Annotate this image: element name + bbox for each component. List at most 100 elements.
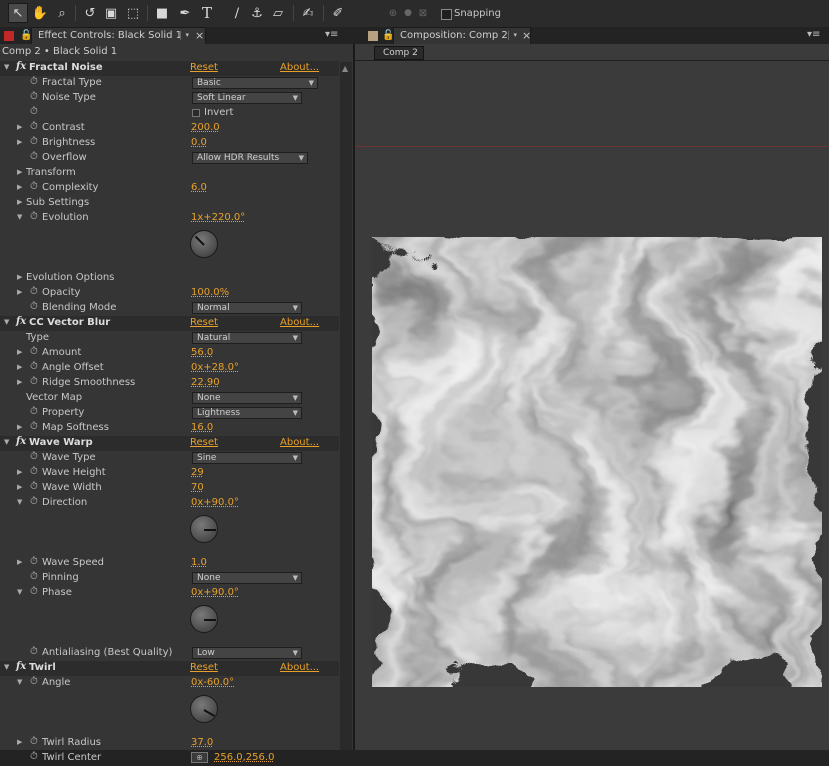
tab-effect-controls[interactable]: Effect Controls: Black Solid 1 ▾ × (31, 27, 206, 44)
property-dropdown[interactable]: Normal ▼ (192, 302, 302, 314)
stopwatch-icon[interactable]: ⏱ (30, 286, 38, 297)
puppet-pin-tool-icon[interactable]: ✐ (328, 3, 348, 23)
stopwatch-icon[interactable]: ⏱ (30, 736, 38, 747)
twirl-open-icon[interactable]: ▼ (17, 678, 22, 686)
twirl-closed-icon[interactable]: ▶ (17, 273, 22, 281)
twirl-open-icon[interactable]: ▼ (4, 318, 9, 326)
snapping-checkbox[interactable] (441, 9, 452, 20)
reset-link[interactable]: Reset (190, 62, 218, 73)
scroll-up-arrow-icon[interactable]: ▲ (342, 64, 348, 73)
twirl-closed-icon[interactable]: ▶ (17, 483, 22, 491)
twirl-open-icon[interactable]: ▼ (17, 588, 22, 596)
rotation-tool-icon[interactable]: ↺ (80, 3, 100, 23)
property-value[interactable]: 0x+90.0° (191, 587, 239, 598)
property-dropdown[interactable]: Low ▼ (192, 647, 302, 659)
comp-button[interactable]: Comp 2 (374, 46, 424, 60)
view-axis-icon[interactable]: ⊠ (413, 3, 433, 23)
hand-tool-icon[interactable]: ✋ (30, 3, 50, 23)
stopwatch-icon[interactable]: ⏱ (30, 466, 38, 477)
angle-dial[interactable] (190, 230, 218, 258)
stopwatch-icon[interactable]: ⏱ (30, 376, 38, 387)
fx-toggle-icon[interactable]: fx (16, 661, 26, 672)
stopwatch-icon[interactable]: ⏱ (30, 301, 38, 312)
twirl-open-icon[interactable]: ▼ (17, 213, 22, 221)
property-value[interactable]: 22.90 (191, 377, 220, 388)
property-dropdown[interactable]: None ▼ (192, 572, 302, 584)
eraser-tool-icon[interactable]: ▱ (268, 3, 288, 23)
property-value[interactable]: 1x+220.0° (191, 212, 245, 223)
property-dropdown[interactable]: None ▼ (192, 392, 302, 404)
twirl-open-icon[interactable]: ▼ (4, 663, 9, 671)
crosshair-icon[interactable]: ⊕ (191, 752, 208, 763)
close-icon[interactable]: × (522, 29, 531, 42)
twirl-closed-icon[interactable]: ▶ (17, 363, 22, 371)
twirl-closed-icon[interactable]: ▶ (17, 198, 22, 206)
property-dropdown[interactable]: Basic ▼ (192, 77, 318, 89)
property-value[interactable]: 0.0 (191, 137, 207, 148)
property-value[interactable]: 29 (191, 467, 204, 478)
twirl-closed-icon[interactable]: ▶ (17, 183, 22, 191)
angle-dial[interactable] (190, 605, 218, 633)
orbit-camera-tool-icon[interactable]: ▣ (101, 3, 121, 23)
pen-tool-icon[interactable]: ✒ (175, 3, 195, 23)
stopwatch-icon[interactable]: ⏱ (30, 211, 38, 222)
about-link[interactable]: About... (280, 437, 319, 448)
angle-dial[interactable] (190, 695, 218, 723)
property-value[interactable]: 0x+28.0° (191, 362, 239, 373)
rectangle-tool-icon[interactable]: ■ (152, 3, 172, 23)
about-link[interactable]: About... (280, 62, 319, 73)
invert-checkbox[interactable] (192, 109, 200, 117)
property-dropdown[interactable]: Allow HDR Results ▼ (192, 152, 308, 164)
selection-tool-icon[interactable]: ↖ (8, 3, 28, 23)
twirl-closed-icon[interactable]: ▶ (17, 138, 22, 146)
property-value[interactable]: 6.0 (191, 182, 207, 193)
clone-stamp-tool-icon[interactable]: ⚓ (247, 3, 267, 23)
tab-composition[interactable]: Composition: Comp 2 ▾ × (393, 27, 531, 44)
tab-dropdown-arrow-icon[interactable]: ▾ (180, 31, 189, 40)
stopwatch-icon[interactable]: ⏱ (30, 91, 38, 102)
property-value[interactable]: 0x-60.0° (191, 677, 234, 688)
twirl-closed-icon[interactable]: ▶ (17, 423, 22, 431)
reset-link[interactable]: Reset (190, 317, 218, 328)
zoom-tool-icon[interactable]: ⌕ (52, 3, 72, 23)
stopwatch-icon[interactable]: ⏱ (30, 571, 38, 582)
property-value[interactable]: 37.0 (191, 737, 213, 748)
twirl-open-icon[interactable]: ▼ (4, 438, 9, 446)
stopwatch-icon[interactable]: ⏱ (30, 361, 38, 372)
stopwatch-icon[interactable]: ⏱ (30, 346, 38, 357)
composition-canvas[interactable] (372, 237, 822, 687)
reset-link[interactable]: Reset (190, 662, 218, 673)
property-dropdown[interactable]: Natural ▼ (192, 332, 302, 344)
twirl-closed-icon[interactable]: ▶ (17, 378, 22, 386)
about-link[interactable]: About... (280, 317, 319, 328)
roto-brush-tool-icon[interactable]: ✍ (298, 3, 318, 23)
stopwatch-icon[interactable]: ⏱ (30, 136, 38, 147)
stopwatch-icon[interactable]: ⏱ (30, 676, 38, 687)
fx-toggle-icon[interactable]: fx (16, 316, 26, 327)
twirl-closed-icon[interactable]: ▶ (17, 468, 22, 476)
property-dropdown[interactable]: Lightness ▼ (192, 407, 302, 419)
twirl-closed-icon[interactable]: ▶ (17, 288, 22, 296)
twirl-closed-icon[interactable]: ▶ (17, 348, 22, 356)
stopwatch-icon[interactable]: ⏱ (30, 556, 38, 567)
property-value[interactable]: 70 (191, 482, 204, 493)
about-link[interactable]: About... (280, 662, 319, 673)
fx-toggle-icon[interactable]: fx (16, 436, 26, 447)
tab-dropdown-arrow-icon[interactable]: ▾ (508, 31, 517, 40)
stopwatch-icon[interactable]: ⏱ (30, 751, 38, 762)
property-value[interactable]: 16.0 (191, 422, 213, 433)
stopwatch-icon[interactable]: ⏱ (30, 76, 38, 87)
reset-link[interactable]: Reset (190, 437, 218, 448)
panel-menu-icon[interactable]: ▾≡ (325, 29, 338, 40)
twirl-open-icon[interactable]: ▼ (4, 63, 9, 71)
property-value[interactable]: 56.0 (191, 347, 213, 358)
stopwatch-icon[interactable]: ⏱ (30, 181, 38, 192)
property-value[interactable]: 200.0 (191, 122, 220, 133)
stopwatch-icon[interactable]: ⏱ (30, 151, 38, 162)
property-value[interactable]: 256.0,256.0 (214, 752, 274, 763)
property-value[interactable]: 0x+90.0° (191, 497, 239, 508)
type-tool-icon[interactable]: T (197, 3, 217, 23)
panel-menu-icon[interactable]: ▾≡ (807, 29, 820, 40)
property-value[interactable]: 100.0% (191, 287, 229, 298)
fx-toggle-icon[interactable]: fx (16, 61, 26, 72)
